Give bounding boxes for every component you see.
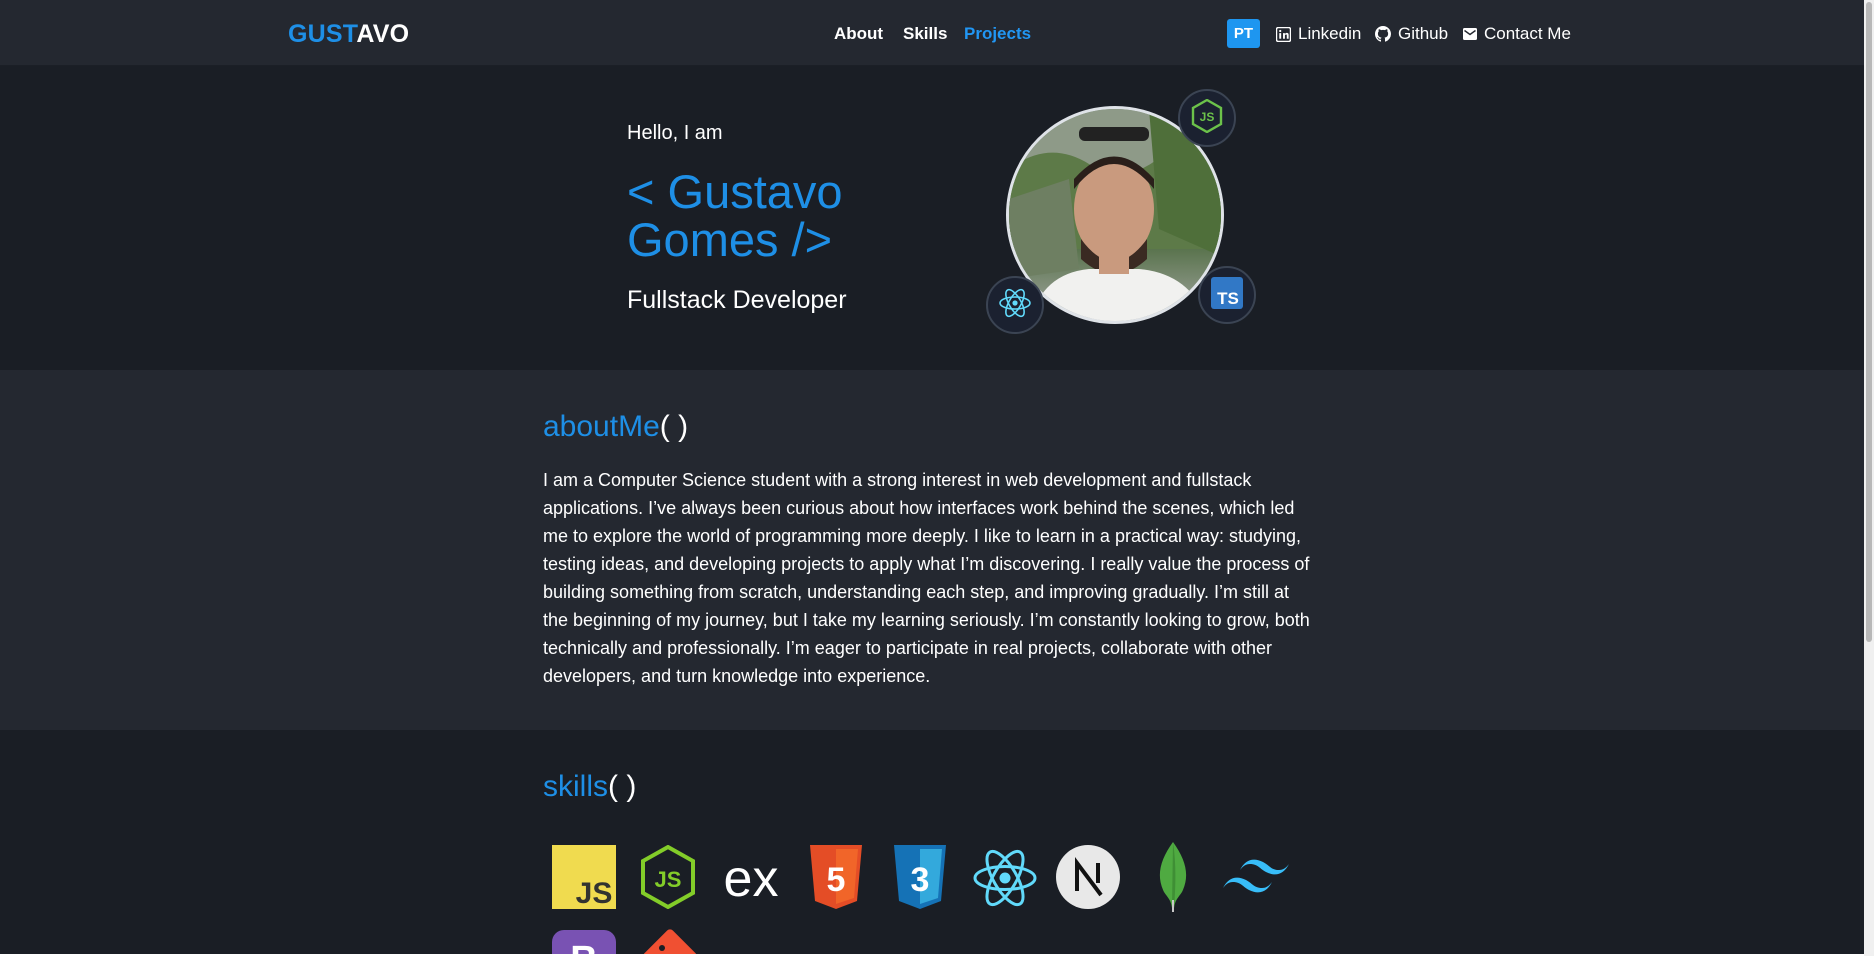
github-label: Github <box>1398 24 1449 43</box>
linkedin-label: Linkedin <box>1298 24 1362 43</box>
mail-icon <box>1463 28 1477 40</box>
language-toggle-button[interactable]: PT <box>1227 19 1260 48</box>
svg-text:ex: ex <box>724 850 779 906</box>
svg-text:TS: TS <box>1217 289 1239 308</box>
skills-title: skills( ) <box>543 770 636 804</box>
about-section: aboutMe( ) I am a Computer Science stude… <box>0 370 1864 730</box>
svg-text:3: 3 <box>911 861 930 899</box>
css3-icon: 3 <box>892 845 948 914</box>
javascript-icon: JS <box>552 845 616 914</box>
about-title-parens: ( ) <box>659 410 689 443</box>
about-paragraph: I am a Computer Science student with a s… <box>543 470 1310 686</box>
contact-label: Contact Me <box>1484 24 1571 43</box>
nav-skills[interactable]: Skills <box>903 24 947 44</box>
hero-role: Fullstack Developer <box>627 286 847 314</box>
typescript-badge: TS <box>1198 266 1256 324</box>
tailwind-icon <box>1223 858 1289 903</box>
typescript-icon: TS <box>1211 276 1243 314</box>
nodejs-badge: JS <box>1178 89 1236 147</box>
nav-about[interactable]: About <box>834 24 883 44</box>
logo-part-2: AVO <box>356 20 410 48</box>
svg-text:B: B <box>570 939 597 954</box>
nodejs-icon: JS <box>640 844 696 914</box>
logo-part-1: GUST <box>288 20 357 48</box>
svg-text:5: 5 <box>827 861 846 899</box>
nodejs-icon: JS <box>1191 98 1223 138</box>
github-icon <box>1375 26 1391 42</box>
linkedin-link[interactable]: Linkedin <box>1276 24 1361 44</box>
svg-text:JS: JS <box>576 877 613 909</box>
svg-text:JS: JS <box>1200 110 1215 124</box>
logo[interactable]: GUSTAVO <box>288 20 409 49</box>
skills-section: skills( ) JS JS ex 5 3 B <box>0 730 1864 954</box>
mongodb-icon <box>1156 842 1190 917</box>
scrollbar-thumb[interactable] <box>1866 2 1872 642</box>
page: GUSTAVO About Skills Projects PT Linkedi… <box>0 0 1864 954</box>
about-title-text: aboutMe <box>543 410 660 443</box>
hero-name: < Gustavo Gomes /> <box>627 165 843 266</box>
git-icon <box>640 926 697 954</box>
greeting-text: Hello, I am <box>627 122 723 144</box>
nextjs-icon <box>1056 845 1120 914</box>
react-icon <box>972 848 1038 913</box>
skills-title-text: skills <box>543 770 608 803</box>
skills-title-parens: ( ) <box>608 770 637 803</box>
svg-text:JS: JS <box>655 867 682 892</box>
bootstrap-icon: B <box>552 930 616 954</box>
about-title: aboutMe( ) <box>543 410 688 444</box>
linkedin-icon <box>1276 26 1291 42</box>
react-icon <box>998 288 1032 323</box>
express-icon: ex <box>718 850 784 911</box>
contact-link[interactable]: Contact Me <box>1463 24 1571 44</box>
github-link[interactable]: Github <box>1375 24 1448 44</box>
hero-section: Hello, I am < Gustavo Gomes /> Fullstack… <box>0 66 1864 370</box>
site-header: GUSTAVO About Skills Projects PT Linkedi… <box>0 0 1864 66</box>
nav-projects[interactable]: Projects <box>964 24 1031 44</box>
react-badge <box>986 276 1044 334</box>
html5-icon: 5 <box>808 845 864 914</box>
